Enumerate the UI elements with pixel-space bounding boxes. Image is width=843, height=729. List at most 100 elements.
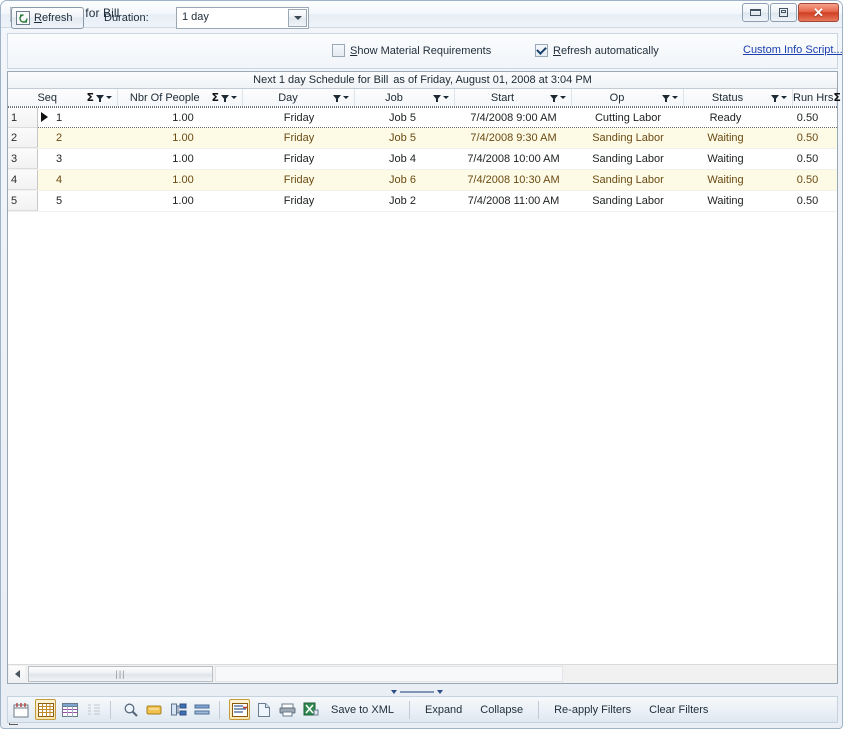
column-header-tools[interactable]: Σ bbox=[833, 91, 842, 104]
table-row[interactable]: 5 5 1.00 Friday Job 2 7/4/2008 11:00 AM Sandin… bbox=[8, 191, 837, 212]
cell-status[interactable]: Ready bbox=[668, 108, 783, 128]
cell-start[interactable]: 7/4/2008 9:30 AM bbox=[455, 128, 572, 148]
cell-nbr[interactable]: 1.00 bbox=[133, 191, 233, 211]
print-preview-icon[interactable] bbox=[229, 699, 250, 720]
cell-nbr[interactable]: 1.00 bbox=[133, 170, 233, 190]
chevron-down-icon[interactable] bbox=[672, 96, 678, 99]
cell-nbr[interactable]: 1.00 bbox=[133, 128, 233, 148]
cell-start[interactable]: 7/4/2008 10:00 AM bbox=[455, 149, 572, 169]
column-header-tools[interactable] bbox=[433, 94, 454, 102]
chevron-down-icon[interactable] bbox=[106, 96, 112, 99]
filter-funnel-icon[interactable] bbox=[221, 94, 229, 102]
cell-status[interactable]: Waiting bbox=[668, 170, 783, 190]
cell-status[interactable]: Waiting bbox=[668, 128, 783, 148]
cell-status[interactable]: Waiting bbox=[668, 149, 783, 169]
print-icon[interactable] bbox=[277, 699, 298, 720]
scrollbar-thumb[interactable]: ||| bbox=[28, 666, 213, 682]
card-view-icon[interactable] bbox=[11, 699, 32, 720]
cell-seq[interactable]: 2 bbox=[56, 128, 84, 148]
filter-funnel-icon[interactable] bbox=[771, 94, 779, 102]
filter-funnel-icon[interactable] bbox=[662, 94, 670, 102]
cell-start[interactable]: 7/4/2008 9:00 AM bbox=[455, 108, 572, 128]
row-number-header[interactable]: 5 bbox=[8, 191, 38, 211]
cell-runhrs[interactable]: 0.50 bbox=[778, 191, 837, 211]
summary-icon[interactable] bbox=[192, 699, 213, 720]
cell-runhrs[interactable]: 0.50 bbox=[778, 149, 837, 169]
custom-info-script-link[interactable]: Custom Info Script... bbox=[743, 44, 842, 56]
filter-funnel-icon[interactable] bbox=[96, 94, 104, 102]
column-header-status[interactable]: Status bbox=[684, 89, 793, 106]
cell-day[interactable]: Friday bbox=[243, 149, 355, 169]
column-header-tools[interactable] bbox=[662, 94, 683, 102]
cell-day[interactable]: Friday bbox=[243, 191, 355, 211]
cell-job[interactable]: Job 6 bbox=[355, 170, 450, 190]
summary-sigma-icon[interactable]: Σ bbox=[833, 91, 841, 104]
card-icon[interactable] bbox=[144, 699, 165, 720]
chevron-down-icon[interactable] bbox=[560, 96, 566, 99]
summary-sigma-icon[interactable]: Σ bbox=[86, 91, 94, 104]
column-header-tools[interactable]: Σ bbox=[211, 91, 242, 104]
cell-runhrs[interactable]: 0.50 bbox=[778, 170, 837, 190]
checkbox-box[interactable] bbox=[332, 44, 345, 57]
row-number-header[interactable]: 2 bbox=[8, 128, 38, 148]
column-header-start[interactable]: Start bbox=[455, 89, 572, 106]
cell-job[interactable]: Job 2 bbox=[355, 191, 450, 211]
export-excel-icon[interactable] bbox=[301, 699, 322, 720]
grid-view-icon[interactable] bbox=[35, 699, 56, 720]
cell-nbr[interactable]: 1.00 bbox=[133, 108, 233, 128]
cell-job[interactable]: Job 4 bbox=[355, 149, 450, 169]
find-icon[interactable] bbox=[120, 699, 141, 720]
filter-funnel-icon[interactable] bbox=[333, 94, 341, 102]
cell-seq[interactable]: 3 bbox=[56, 149, 84, 169]
clear-filters-button[interactable]: Clear Filters bbox=[640, 704, 717, 716]
table-row[interactable]: 3 3 1.00 Friday Job 4 7/4/2008 10:00 AM Sandin… bbox=[8, 149, 837, 170]
show-material-requirements-checkbox[interactable]: Show Material Requirements bbox=[332, 44, 491, 57]
duration-select[interactable]: 1 day bbox=[176, 7, 309, 29]
cell-day[interactable]: Friday bbox=[243, 108, 355, 128]
column-header-job[interactable]: Job bbox=[355, 89, 455, 106]
scroll-left-button[interactable] bbox=[9, 666, 25, 682]
horizontal-scrollbar[interactable]: ||| bbox=[8, 664, 837, 683]
row-number-header[interactable]: 1 bbox=[8, 108, 38, 128]
cell-day[interactable]: Friday bbox=[243, 170, 355, 190]
close-button[interactable]: ✕ bbox=[798, 3, 839, 22]
maximize-button[interactable] bbox=[770, 3, 797, 22]
expand-button[interactable]: Expand bbox=[416, 704, 471, 716]
cell-start[interactable]: 7/4/2008 10:30 AM bbox=[455, 170, 572, 190]
chevron-down-icon[interactable] bbox=[443, 96, 449, 99]
column-header-tools[interactable] bbox=[771, 94, 792, 102]
group-view-icon[interactable] bbox=[59, 699, 80, 720]
column-header-tools[interactable] bbox=[550, 94, 571, 102]
checkbox-box[interactable] bbox=[535, 44, 548, 57]
column-header-runhrs[interactable]: Run Hrs Σ bbox=[793, 89, 841, 106]
cell-status[interactable]: Waiting bbox=[668, 191, 783, 211]
cell-job[interactable]: Job 5 bbox=[355, 128, 450, 148]
column-header-tools[interactable] bbox=[333, 94, 354, 102]
chevron-down-icon[interactable] bbox=[231, 96, 237, 99]
cell-seq[interactable]: 5 bbox=[56, 191, 84, 211]
filter-funnel-icon[interactable] bbox=[550, 94, 558, 102]
row-number-header[interactable]: 4 bbox=[8, 170, 38, 190]
chevron-down-icon[interactable] bbox=[343, 96, 349, 99]
cell-nbr[interactable]: 1.00 bbox=[133, 149, 233, 169]
cell-start[interactable]: 7/4/2008 11:00 AM bbox=[455, 191, 572, 211]
row-number-header[interactable]: 3 bbox=[8, 149, 38, 169]
reapply-filters-button[interactable]: Re-apply Filters bbox=[545, 704, 640, 716]
copy-icon[interactable] bbox=[253, 699, 274, 720]
cell-runhrs[interactable]: 0.50 bbox=[778, 128, 837, 148]
scrollbar-track[interactable] bbox=[215, 666, 563, 682]
chevron-down-icon[interactable] bbox=[781, 96, 787, 99]
cell-job[interactable]: Job 5 bbox=[355, 108, 450, 128]
column-header-op[interactable]: Op bbox=[572, 89, 684, 106]
column-header-nbr[interactable]: Nbr Of People Σ bbox=[118, 89, 243, 106]
chevron-down-icon[interactable] bbox=[288, 9, 307, 27]
table-row[interactable]: 1 1 1.00 Friday Job 5 7/4/2008 9:00 AM Cutting… bbox=[8, 107, 837, 128]
table-row[interactable]: 4 4 1.00 Friday Job 6 7/4/2008 10:30 AM Sandin… bbox=[8, 170, 837, 191]
table-row[interactable]: 2 2 1.00 Friday Job 5 7/4/2008 9:30 AM Sanding… bbox=[8, 128, 837, 149]
refresh-button[interactable]: Refresh bbox=[11, 7, 84, 29]
column-header-tools[interactable]: Σ bbox=[86, 91, 117, 104]
cell-seq[interactable]: 4 bbox=[56, 170, 84, 190]
hierarchy-icon[interactable] bbox=[168, 699, 189, 720]
cell-seq[interactable]: 1 bbox=[56, 108, 84, 128]
filter-funnel-icon[interactable] bbox=[433, 94, 441, 102]
